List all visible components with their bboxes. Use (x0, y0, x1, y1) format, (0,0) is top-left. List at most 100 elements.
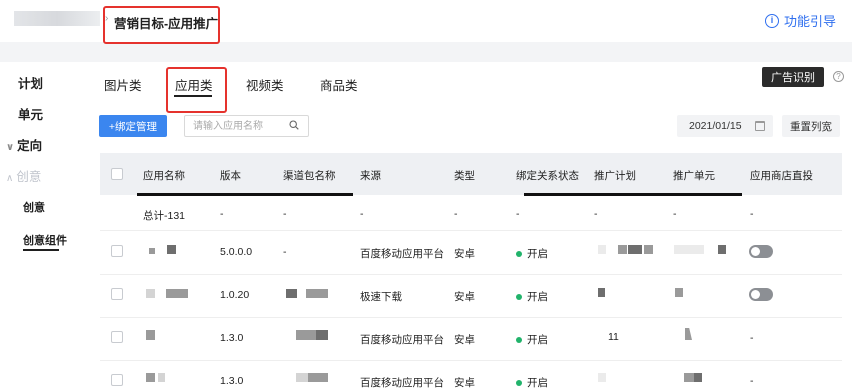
type-cell: 安卓 (454, 291, 475, 303)
reset-column-width-button[interactable]: 重置列宽 (782, 115, 840, 137)
redacted-channel (296, 373, 308, 382)
date-value: 2021/01/15 (689, 120, 742, 132)
bind-status-cell: 开启 (516, 246, 548, 261)
redacted-channel (286, 289, 297, 298)
col-header-source[interactable]: 来源 (360, 168, 381, 183)
bind-management-button[interactable]: +绑定管理 (99, 115, 167, 137)
type-cell: 安卓 (454, 377, 475, 389)
bind-status-cell: 开启 (516, 375, 548, 390)
store-direct-toggle[interactable] (749, 288, 773, 301)
col-header-channel-package[interactable]: 渠道包名称 (283, 168, 336, 183)
source-cell: 百度移动应用平台 (360, 377, 444, 389)
source-cell: 极速下载 (360, 291, 402, 303)
row-divider (100, 360, 842, 361)
row-divider (100, 230, 842, 231)
store-direct-cell: - (750, 332, 754, 344)
col-header-unit[interactable]: 推广单元 (673, 168, 715, 183)
summary-cell: - (673, 208, 677, 220)
status-dot-icon (516, 379, 522, 386)
status-dot-icon (516, 293, 522, 300)
sidebar: 计划 单元 ∨ 定向 ∧ 创意 创意 创意组件 (0, 62, 88, 391)
sidebar-item-creative-component[interactable]: 创意组件 (23, 232, 67, 248)
main-panel: 图片类 应用类 视频类 商品类 广告识别 ? +绑定管理 2021/01/15 … (88, 62, 852, 391)
redacted-plan (618, 245, 627, 254)
redacted-plan (598, 373, 606, 382)
summary-cell: - (750, 208, 754, 220)
version-cell: 5.0.0.0 (220, 246, 253, 258)
redacted-unit (675, 288, 683, 297)
col-header-store-direct[interactable]: 应用商店直投 (750, 168, 813, 183)
status-dot-icon (516, 250, 522, 257)
summary-cell: - (594, 208, 598, 220)
redacted-app-name (149, 248, 155, 254)
col-header-type[interactable]: 类型 (454, 168, 475, 183)
redacted-channel (308, 373, 328, 382)
ad-recognize-button[interactable]: 广告识别 (762, 67, 824, 87)
search-icon[interactable] (289, 120, 299, 130)
redacted-plan (644, 245, 653, 254)
type-cell: 安卓 (454, 334, 475, 346)
sidebar-item-unit[interactable]: 单元 (18, 104, 43, 123)
redacted-channel (296, 330, 316, 340)
redacted-unit (694, 373, 702, 382)
summary-cell: - (516, 208, 520, 220)
redacted-channel (316, 330, 328, 340)
redacted-app-name (158, 373, 165, 382)
sidebar-item-plan[interactable]: 计划 (18, 73, 43, 92)
redacted-channel (306, 289, 328, 298)
status-text: 开启 (527, 377, 548, 389)
redacted-plan (598, 245, 606, 254)
store-direct-toggle[interactable] (749, 245, 773, 258)
help-guide-link[interactable]: i 功能引导 (764, 11, 836, 30)
redacted-app-name (166, 289, 188, 298)
redacted-unit (674, 245, 704, 254)
version-cell: 1.0.20 (220, 289, 250, 301)
calendar-icon (755, 121, 765, 131)
summary-cell: - (360, 208, 364, 220)
summary-cell: - (283, 208, 287, 220)
row-checkbox[interactable] (111, 288, 123, 300)
source-cell: 百度移动应用平台 (360, 334, 444, 346)
row-checkbox[interactable] (111, 245, 123, 257)
annotation-box-tab (166, 67, 227, 113)
annotation-box-title (103, 6, 220, 44)
col-header-bind-status[interactable]: 绑定关系状态 (516, 168, 579, 183)
redacted-app-name (146, 289, 155, 298)
redacted-unit (684, 373, 694, 382)
summary-cell: - (454, 208, 458, 220)
channel-cell: - (283, 246, 287, 258)
chevron-up-icon: ∧ (6, 173, 14, 184)
select-all-checkbox[interactable] (111, 168, 123, 180)
row-divider (100, 317, 842, 318)
sidebar-item-creative-group[interactable]: ∧ 创意 (6, 166, 41, 185)
tab-product[interactable]: 商品类 (320, 75, 358, 94)
status-text: 开启 (527, 248, 548, 260)
row-checkbox[interactable] (111, 331, 123, 343)
row-checkbox[interactable] (111, 374, 123, 386)
redacted-plan (598, 288, 605, 297)
redacted-unit (718, 245, 726, 254)
type-cell: 安卓 (454, 248, 475, 260)
sidebar-item-creative[interactable]: 创意 (23, 199, 45, 215)
plan-cell: 11 (608, 331, 619, 343)
status-text: 开启 (527, 291, 548, 303)
source-cell: 百度移动应用平台 (360, 248, 444, 260)
tab-image[interactable]: 图片类 (104, 75, 142, 94)
help-guide-label: 功能引导 (783, 14, 836, 29)
table-header: 应用名称 版本 渠道包名称 来源 类型 绑定关系状态 推广计划 推广单元 应用商… (100, 153, 842, 195)
col-header-version[interactable]: 版本 (220, 168, 241, 183)
status-dot-icon (516, 336, 522, 343)
date-picker[interactable]: 2021/01/15 (677, 115, 773, 137)
tab-video[interactable]: 视频类 (246, 75, 284, 94)
header-redaction-bar (137, 193, 353, 196)
sidebar-item-targeting[interactable]: ∨ 定向 (6, 135, 42, 154)
sidebar-item-targeting-label: 定向 (17, 139, 43, 153)
summary-total: 总计-131 (143, 210, 186, 222)
question-icon[interactable]: ? (833, 71, 844, 82)
col-header-app-name[interactable]: 应用名称 (143, 168, 185, 183)
sidebar-active-indicator (23, 249, 59, 251)
redacted-app-name (146, 330, 155, 340)
sidebar-item-creative-group-label: 创意 (16, 170, 42, 184)
version-cell: 1.3.0 (220, 375, 244, 387)
col-header-plan[interactable]: 推广计划 (594, 168, 636, 183)
